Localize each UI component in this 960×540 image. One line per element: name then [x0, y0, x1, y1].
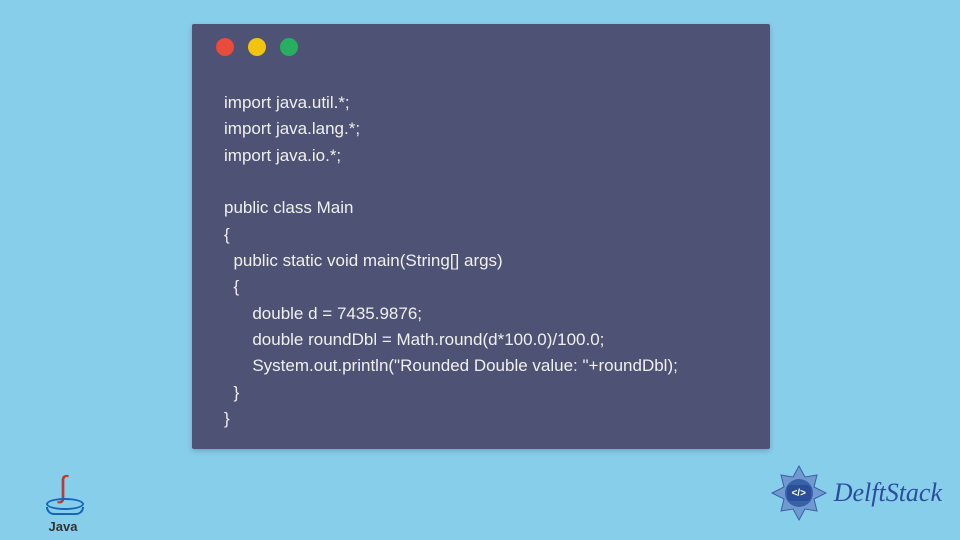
java-cup-icon: [46, 501, 80, 515]
minimize-icon: [248, 38, 266, 56]
java-label: Java: [49, 519, 78, 534]
java-logo: ∫ Java: [38, 464, 88, 534]
java-steam-icon: ∫: [59, 474, 67, 501]
delftstack-logo: </> DelftStack: [770, 464, 942, 522]
delftstack-badge-icon: </>: [770, 464, 828, 522]
code-tag-icon: </>: [787, 485, 811, 501]
code-window: import java.util.*; import java.lang.*; …: [192, 24, 770, 449]
maximize-icon: [280, 38, 298, 56]
close-icon: [216, 38, 234, 56]
window-titlebar: [192, 24, 770, 70]
delftstack-label: DelftStack: [834, 478, 942, 508]
code-content: import java.util.*; import java.lang.*; …: [192, 70, 770, 432]
